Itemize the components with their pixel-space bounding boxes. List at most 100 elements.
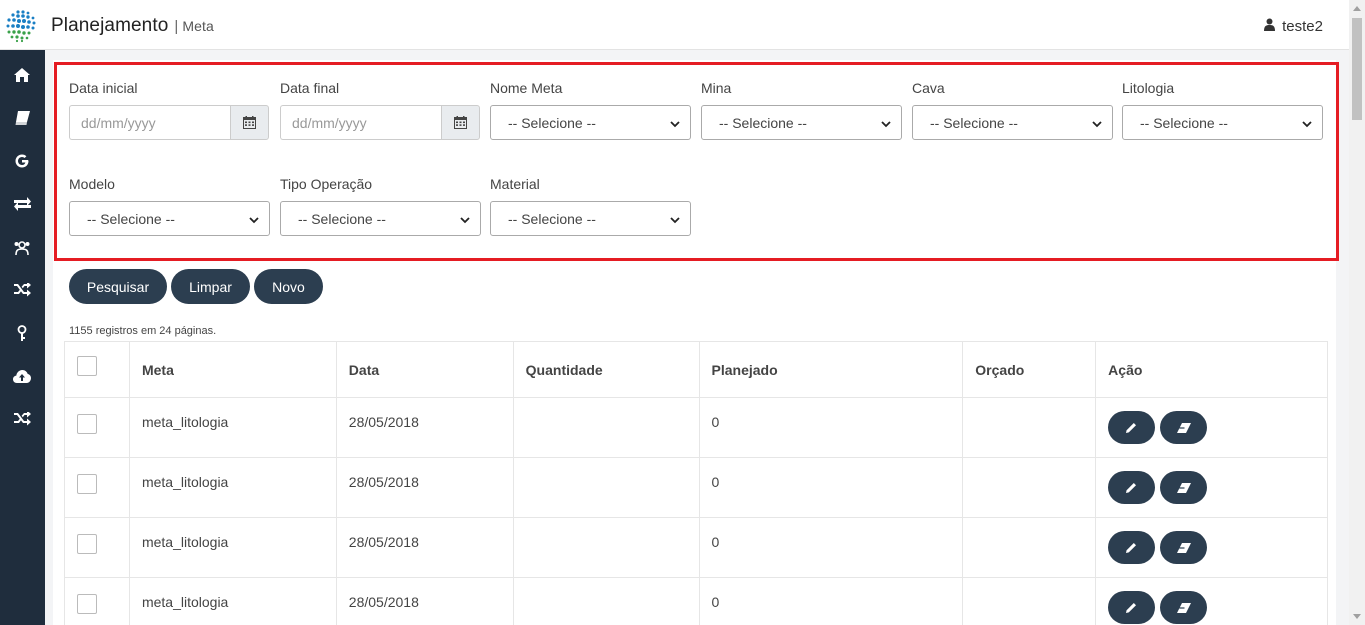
cell-planejado: 0: [698, 457, 964, 518]
field-data-final: Data final dd/mm/yyyy: [280, 80, 480, 140]
pencil-icon: [1126, 540, 1137, 556]
litologia-value: -- Selecione --: [1140, 114, 1228, 131]
row-checkbox[interactable]: [77, 534, 97, 554]
chevron-down-icon: [1302, 115, 1312, 131]
col-header-orcado[interactable]: Orçado: [962, 341, 1097, 398]
edit-button[interactable]: [1108, 531, 1156, 564]
logo-icon[interactable]: [4, 9, 38, 43]
key-icon[interactable]: [11, 322, 33, 344]
cell-quantidade: [512, 397, 700, 458]
data-inicial-input[interactable]: dd/mm/yyyy: [69, 105, 230, 140]
shuffle-icon[interactable]: [11, 279, 33, 301]
table-row: meta_litologia 28/05/2018 0: [64, 397, 1328, 458]
records-info: 1155 registros em 24 páginas.: [69, 325, 217, 337]
chevron-down-icon: [249, 211, 259, 227]
mina-label: Mina: [701, 80, 732, 96]
field-nome-meta: Nome Meta -- Selecione --: [490, 80, 691, 140]
table-row: meta_litologia 28/05/2018 0: [64, 457, 1328, 518]
delete-button[interactable]: [1160, 591, 1208, 624]
row-select-cell: [64, 577, 130, 625]
calendar-icon[interactable]: [441, 105, 480, 140]
scroll-up-arrow-icon[interactable]: [1353, 6, 1361, 11]
modelo-select[interactable]: -- Selecione --: [69, 201, 270, 236]
chevron-down-icon: [881, 115, 891, 131]
col-header-quantidade[interactable]: Quantidade: [512, 341, 700, 398]
field-material: Material -- Selecione --: [490, 176, 691, 236]
novo-button[interactable]: Novo: [254, 269, 323, 304]
data-inicial-group: dd/mm/yyyy: [69, 105, 269, 140]
user-menu[interactable]: teste2: [1264, 18, 1323, 35]
select-all-checkbox[interactable]: [77, 356, 97, 376]
random-icon[interactable]: [11, 408, 33, 430]
page-title: Planejamento | Meta: [51, 15, 214, 37]
delete-button[interactable]: [1160, 471, 1208, 504]
litologia-label: Litologia: [1122, 80, 1175, 96]
top-header: Planejamento | Meta teste2: [0, 0, 1349, 50]
data-final-label: Data final: [280, 80, 340, 96]
field-cava: Cava -- Selecione --: [912, 80, 1113, 140]
row-select-cell: [64, 457, 130, 518]
row-select-cell: [64, 517, 130, 578]
row-checkbox[interactable]: [77, 474, 97, 494]
cell-acao: [1095, 577, 1328, 625]
edit-button[interactable]: [1108, 471, 1156, 504]
nome-meta-select[interactable]: -- Selecione --: [490, 105, 691, 140]
limpar-button[interactable]: Limpar: [171, 269, 250, 304]
cava-value: -- Selecione --: [930, 114, 1018, 131]
user-name: teste2: [1282, 18, 1323, 35]
scroll-down-arrow-icon[interactable]: [1353, 614, 1361, 619]
row-checkbox[interactable]: [77, 414, 97, 434]
delete-button[interactable]: [1160, 531, 1208, 564]
cell-planejado: 0: [698, 517, 964, 578]
book-icon[interactable]: [11, 107, 33, 129]
edit-button[interactable]: [1108, 591, 1156, 624]
exchange-icon[interactable]: [11, 193, 33, 215]
eraser-icon: [1176, 480, 1191, 496]
chevron-down-icon: [670, 211, 680, 227]
delete-button[interactable]: [1160, 411, 1208, 444]
calendar-icon[interactable]: [230, 105, 269, 140]
table-row: meta_litologia 28/05/2018 0: [64, 517, 1328, 578]
mina-select[interactable]: -- Selecione --: [701, 105, 902, 140]
cell-meta: meta_litologia: [128, 517, 337, 578]
title-separator: |: [174, 18, 179, 35]
field-litologia: Litologia -- Selecione --: [1122, 80, 1323, 140]
sidebar: [0, 50, 45, 625]
modelo-value: -- Selecione --: [87, 210, 175, 227]
results-table: Meta Data Quantidade Planejado Orçado Aç…: [64, 341, 1328, 625]
google-icon[interactable]: [11, 150, 33, 172]
edit-button[interactable]: [1108, 411, 1156, 444]
col-header-planejado[interactable]: Planejado: [698, 341, 964, 398]
page-scrollbar[interactable]: [1349, 0, 1365, 625]
table-row: meta_litologia 28/05/2018 0: [64, 577, 1328, 625]
page-subtitle: Meta: [182, 18, 214, 34]
cell-orcado: [962, 577, 1097, 625]
home-icon[interactable]: [11, 64, 33, 86]
modelo-label: Modelo: [69, 176, 115, 192]
data-final-input[interactable]: dd/mm/yyyy: [280, 105, 441, 140]
col-header-acao: Ação: [1095, 341, 1328, 398]
eraser-icon: [1176, 540, 1191, 556]
material-value: -- Selecione --: [508, 210, 596, 227]
col-header-meta[interactable]: Meta: [128, 341, 337, 398]
scroll-thumb[interactable]: [1352, 18, 1362, 120]
field-data-inicial: Data inicial dd/mm/yyyy: [69, 80, 269, 140]
pesquisar-button[interactable]: Pesquisar: [69, 269, 167, 304]
users-icon[interactable]: [11, 236, 33, 258]
cava-select[interactable]: -- Selecione --: [912, 105, 1113, 140]
litologia-select[interactable]: -- Selecione --: [1122, 105, 1323, 140]
material-label: Material: [490, 176, 540, 192]
data-inicial-label: Data inicial: [69, 80, 138, 96]
cell-planejado: 0: [698, 577, 964, 625]
cell-meta: meta_litologia: [128, 397, 337, 458]
material-select[interactable]: -- Selecione --: [490, 201, 691, 236]
col-header-data[interactable]: Data: [335, 341, 514, 398]
cloud-upload-icon[interactable]: [11, 365, 33, 387]
mina-value: -- Selecione --: [719, 114, 807, 131]
tipo-operacao-select[interactable]: -- Selecione --: [280, 201, 481, 236]
cell-acao: [1095, 457, 1328, 518]
row-checkbox[interactable]: [77, 594, 97, 614]
chevron-down-icon: [670, 115, 680, 131]
cell-meta: meta_litologia: [128, 457, 337, 518]
cell-planejado: 0: [698, 397, 964, 458]
